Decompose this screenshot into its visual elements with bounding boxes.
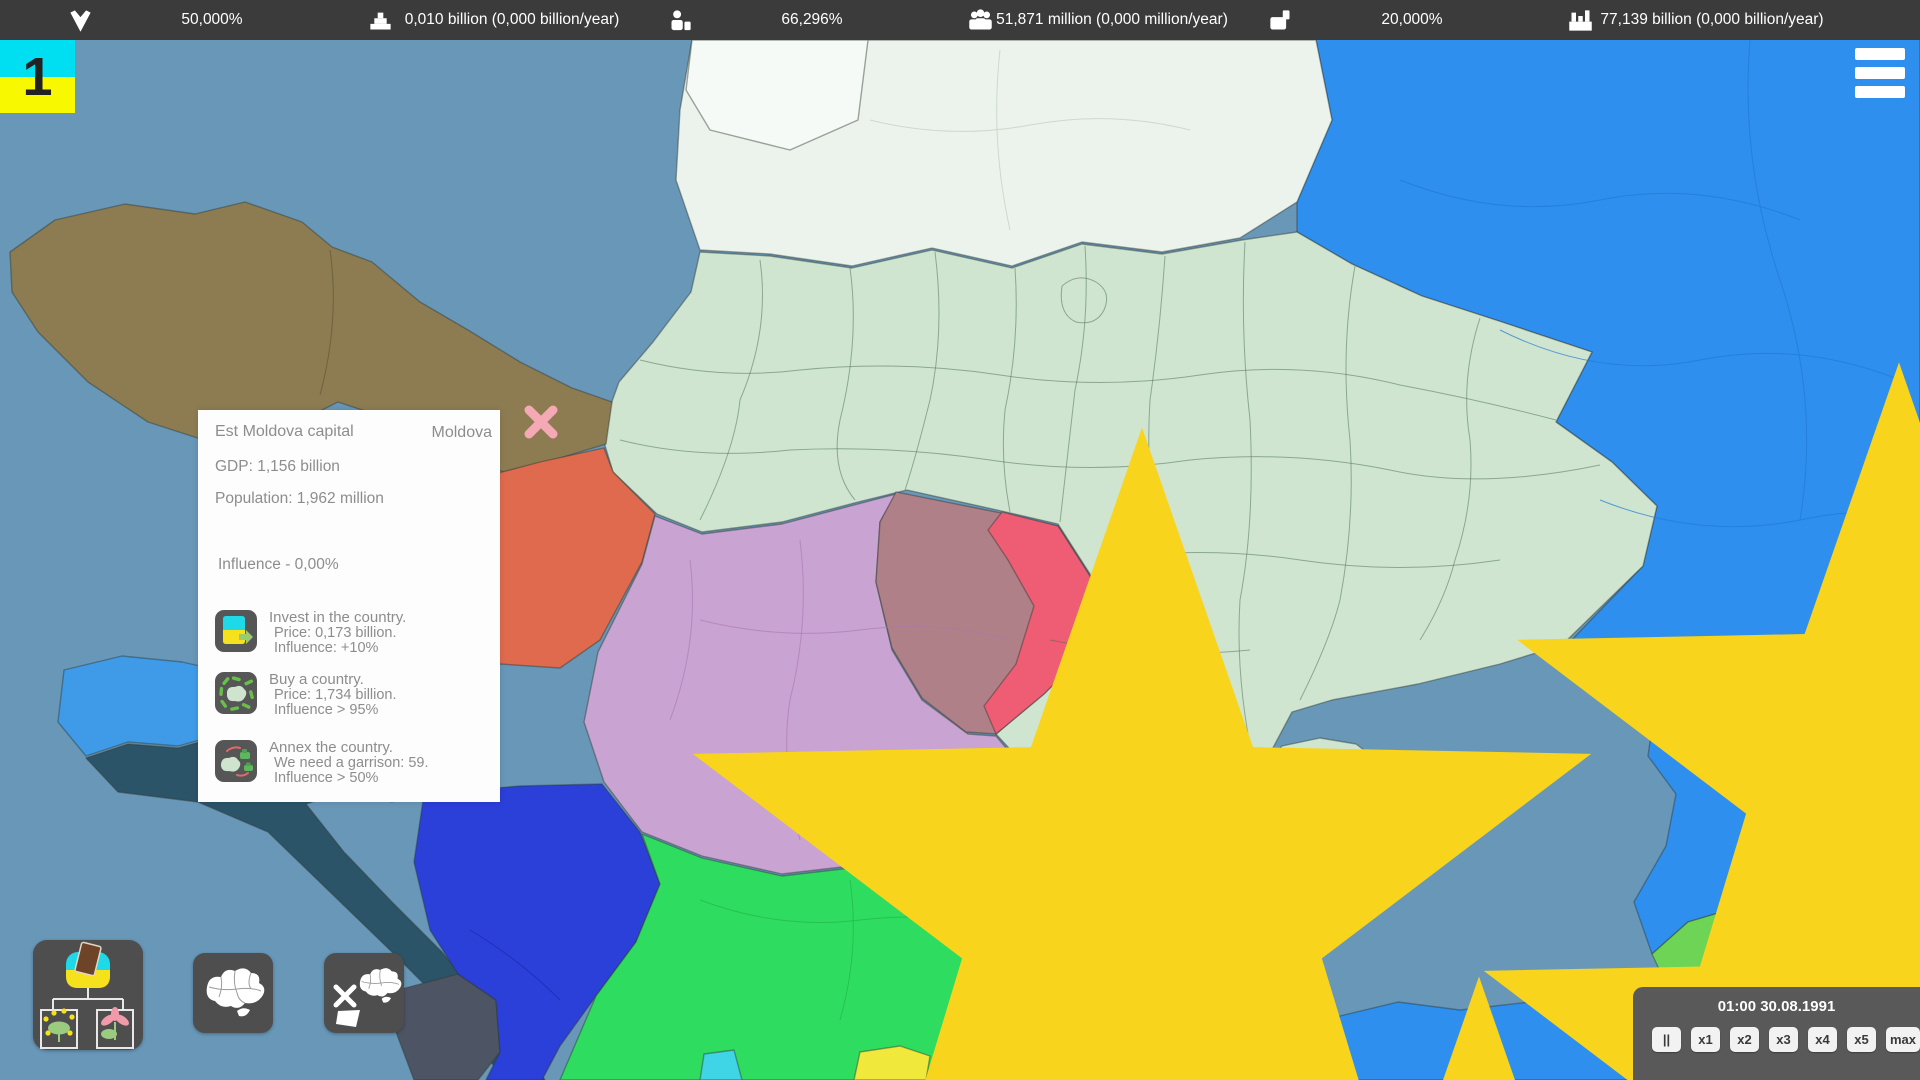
top-stats-bar: 50,000% 0,010 billion (0,000 billion/yea… xyxy=(0,0,1920,40)
invest-line1: Invest in the country. xyxy=(269,610,406,626)
speed-controls: || x1 x2 x3 x4 x5 max xyxy=(1633,1027,1920,1052)
game-stage: 50,000% 0,010 billion (0,000 billion/yea… xyxy=(0,0,1920,1080)
person-icon xyxy=(667,7,694,34)
stat-group-3: 66,296% xyxy=(655,0,955,40)
stat-value-3: 66,296% xyxy=(655,11,955,29)
speed-x1-button[interactable]: x1 xyxy=(1691,1027,1720,1052)
stat-value-4: 51,871 million (0,000 million/year) xyxy=(955,11,1255,29)
stat-value-6: 77,139 billion (0,000 billion/year) xyxy=(1555,11,1855,29)
region-influence: Influence - 0,00% xyxy=(218,556,339,574)
hamburger-icon xyxy=(1855,86,1905,98)
speed-x2-button[interactable]: x2 xyxy=(1730,1027,1759,1052)
invest-flag-arrow-icon xyxy=(215,610,257,652)
invest-button[interactable]: Invest in the country. Price: 0,173 bill… xyxy=(215,610,490,662)
close-popup-button[interactable] xyxy=(521,402,561,442)
annex-country-button[interactable]: Annex the country. We need a garrison: 5… xyxy=(215,740,490,792)
annex-line3: Influence > 50% xyxy=(269,771,429,787)
people-icon xyxy=(967,7,994,34)
speed-x5-button[interactable]: x5 xyxy=(1847,1027,1876,1052)
dove-icon xyxy=(67,7,94,34)
buy-country-button[interactable]: Buy a country. Price: 1,734 billion. Inf… xyxy=(215,672,490,724)
time-panel: 01:00 30.08.1991 || x1 x2 x3 x4 x5 max xyxy=(1633,987,1920,1080)
pause-button[interactable]: || xyxy=(1652,1027,1681,1052)
speed-x3-button[interactable]: x3 xyxy=(1769,1027,1798,1052)
annex-line1: Annex the country. xyxy=(269,740,429,756)
stat-group-1: 50,000% xyxy=(55,0,355,40)
stat-group-6: 77,139 billion (0,000 billion/year) xyxy=(1555,0,1855,40)
buy-country-text: Buy a country. Price: 1,734 billion. Inf… xyxy=(269,672,397,724)
speed-x4-button[interactable]: x4 xyxy=(1808,1027,1837,1052)
invest-line3: Influence: +10% xyxy=(269,641,406,657)
game-datetime: 01:00 30.08.1991 xyxy=(1633,998,1920,1015)
hamburger-icon xyxy=(1855,67,1905,79)
region-population: Population: 1,962 million xyxy=(215,490,384,508)
buy-country-icon xyxy=(215,672,257,714)
region-info-popup: Est Moldova capital Moldova GDP: 1,156 b… xyxy=(198,410,500,802)
development-tree-icon xyxy=(33,940,143,1050)
invest-text: Invest in the country. Price: 0,173 bill… xyxy=(269,610,406,662)
annex-line2: We need a garrison: 59. xyxy=(269,756,429,772)
player-flag[interactable]: 1 xyxy=(0,40,75,113)
buy-line1: Buy a country. xyxy=(269,672,397,688)
briefcase-icon xyxy=(1267,7,1294,34)
stat-value-2: 0,010 billion (0,000 billion/year) xyxy=(355,11,655,29)
divide-country-button[interactable] xyxy=(324,953,404,1033)
stat-value-5: 20,000% xyxy=(1255,11,1555,29)
region-title: Est Moldova capital xyxy=(215,422,385,441)
factory-icon xyxy=(1567,7,1594,34)
player-rank: 1 xyxy=(0,40,75,113)
hamburger-icon xyxy=(1855,48,1905,60)
close-icon xyxy=(521,402,561,442)
region-country-label: Moldova xyxy=(432,424,492,442)
province-map-button[interactable] xyxy=(193,953,273,1033)
stat-group-5: 20,000% xyxy=(1255,0,1555,40)
annex-country-text: Annex the country. We need a garrison: 5… xyxy=(269,740,429,792)
buy-line2: Price: 1,734 billion. xyxy=(269,688,397,704)
annex-country-icon xyxy=(215,740,257,782)
invest-line2: Price: 0,173 billion. xyxy=(269,626,406,642)
stat-group-2: 0,010 billion (0,000 billion/year) xyxy=(355,0,655,40)
buy-line3: Influence > 95% xyxy=(269,703,397,719)
province-map-icon xyxy=(193,953,273,1033)
country-small-cyan[interactable] xyxy=(700,1050,742,1080)
stat-value-1: 50,000% xyxy=(55,11,355,29)
divide-country-icon xyxy=(324,953,404,1033)
menu-button[interactable] xyxy=(1855,48,1905,98)
stat-group-4: 51,871 million (0,000 million/year) xyxy=(955,0,1255,40)
region-gdp: GDP: 1,156 billion xyxy=(215,458,340,476)
speed-max-button[interactable]: max xyxy=(1886,1027,1920,1052)
development-tree-button[interactable] xyxy=(33,940,143,1050)
steps-chart-icon xyxy=(367,7,394,34)
